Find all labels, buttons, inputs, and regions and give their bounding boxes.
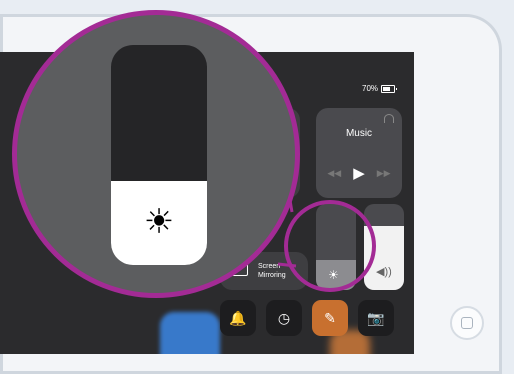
- speaker-icon: ◀)): [376, 266, 392, 278]
- app-icon-blur: [160, 312, 220, 354]
- music-controls: ◀◀ ▶ ▶▶: [316, 164, 402, 182]
- music-title: Music: [345, 128, 373, 139]
- camera-button[interactable]: 📷: [358, 300, 394, 336]
- battery-icon: [381, 84, 398, 93]
- sun-icon: ☀: [143, 203, 175, 241]
- screen-mirroring-label: Screen Mirroring: [258, 263, 286, 279]
- bell-icon: 🔔: [229, 309, 247, 326]
- rewind-icon[interactable]: ◀◀: [327, 168, 341, 179]
- music-tile[interactable]: Music ◀◀ ▶ ▶▶: [316, 108, 402, 198]
- note-icon: ✎: [324, 309, 336, 326]
- status-bar: 70%: [362, 84, 398, 93]
- airplay-icon[interactable]: [384, 114, 394, 123]
- camera-icon: 📷: [367, 309, 385, 326]
- timer-button[interactable]: ◷: [266, 300, 302, 336]
- brightness-slider-magnified: ☀: [111, 45, 207, 265]
- fast-forward-icon[interactable]: ▶▶: [377, 168, 391, 179]
- notes-button[interactable]: ✎: [312, 300, 348, 336]
- zoom-target-ring: [284, 200, 376, 292]
- play-icon[interactable]: ▶: [353, 164, 365, 182]
- bottom-button-row: 🔔 ◷ ✎ 📷: [220, 300, 394, 336]
- magnifier-callout: ☀: [12, 10, 300, 298]
- home-button[interactable]: [450, 306, 484, 340]
- battery-percent: 70%: [362, 84, 379, 93]
- notifications-button[interactable]: 🔔: [220, 300, 256, 336]
- timer-icon: ◷: [277, 309, 291, 326]
